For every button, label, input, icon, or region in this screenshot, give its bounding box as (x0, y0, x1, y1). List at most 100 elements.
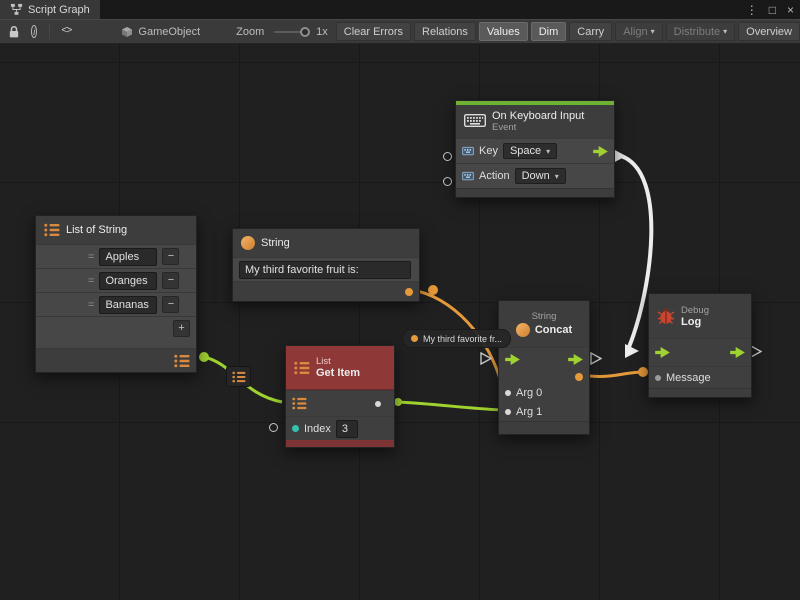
action-dropdown[interactable]: Down▾ (515, 168, 566, 184)
key-dropdown[interactable]: Space▾ (503, 143, 557, 159)
control-output-arrow-icon[interactable] (730, 347, 745, 358)
wire-keyboard-to-log-control[interactable] (621, 156, 651, 347)
window-controls: ⋮ □ × (746, 0, 794, 19)
list-icon (44, 223, 60, 237)
arg0-input-port[interactable] (505, 390, 511, 396)
key-value-port[interactable] (443, 152, 452, 161)
getitem-output-dot (394, 398, 402, 406)
string-wire-dot (428, 285, 438, 295)
overview-button[interactable]: Overview (738, 22, 800, 41)
selection-bar (286, 440, 394, 447)
wire-value-text: My third favorite fr... (423, 334, 502, 344)
control-input-arrow[interactable] (625, 344, 639, 358)
key-label: Key (479, 145, 498, 157)
chevron-down-icon: ▾ (555, 172, 559, 181)
keyboard-icon (464, 114, 486, 129)
node-get-item[interactable]: List Get Item Index (285, 345, 395, 448)
window-menu-button[interactable]: ⋮ (746, 4, 758, 16)
zoom-label: Zoom (236, 26, 264, 38)
node-on-keyboard-input[interactable]: On Keyboard Input Event Key Space▾ Actio… (455, 100, 615, 198)
control-output-arrow-icon[interactable] (593, 146, 608, 157)
node-concat[interactable]: String Concat Arg 0 Arg 1 (498, 300, 590, 435)
keycap-icon (462, 170, 474, 182)
node-footer (499, 421, 589, 434)
control-input-arrow-icon[interactable] (505, 354, 520, 365)
node-debug-log[interactable]: Debug Log Message (648, 293, 752, 398)
unity-visual-scripting-window: Script Graph ⋮ □ × i <> GameObject Zoom … (0, 0, 800, 600)
remove-item-button[interactable]: − (162, 272, 179, 289)
chevron-down-icon: ▾ (723, 27, 727, 36)
node-title: String (261, 237, 290, 249)
arg1-label: Arg 1 (516, 406, 542, 418)
drag-handle[interactable]: = (88, 275, 94, 287)
list-output-dot (199, 352, 209, 362)
remove-item-button[interactable]: − (162, 248, 179, 265)
control-output-arrow-icon[interactable] (568, 354, 583, 365)
node-title: Get Item (316, 367, 360, 379)
drag-handle[interactable]: = (88, 251, 94, 263)
graph-toolbar: i <> GameObject Zoom 1x Clear Errors Rel… (0, 19, 800, 44)
message-input-port[interactable] (655, 375, 661, 381)
control-input-arrow-icon[interactable] (655, 347, 670, 358)
list-output-port[interactable] (174, 354, 190, 368)
index-value-port[interactable] (269, 423, 278, 432)
list-input-port[interactable] (292, 397, 307, 410)
zoom-slider[interactable] (274, 31, 306, 33)
concat-control-in-port[interactable] (480, 352, 492, 365)
arg0-label: Arg 0 (516, 387, 542, 399)
graph-canvas[interactable]: On Keyboard Input Event Key Space▾ Actio… (0, 44, 800, 600)
node-footer (649, 388, 751, 397)
node-title: On Keyboard Input (492, 110, 584, 122)
list-item-input[interactable] (99, 272, 157, 290)
values-toggle[interactable]: Values (479, 22, 528, 41)
window-maximize-button[interactable]: □ (769, 4, 776, 16)
string-output-port[interactable] (405, 288, 413, 296)
node-list-of-string[interactable]: List of String = − = − = − + (35, 215, 197, 373)
distribute-dropdown[interactable]: Distribute▾ (666, 22, 735, 41)
node-subtitle: Event (492, 122, 584, 133)
item-output-port[interactable] (375, 401, 381, 407)
gameobject-label[interactable]: GameObject (138, 26, 200, 38)
remove-item-button[interactable]: − (162, 296, 179, 313)
chevron-down-icon: ▾ (651, 27, 655, 36)
zoom-slider-knob[interactable] (300, 27, 310, 37)
node-category: Debug (681, 305, 709, 316)
wire-getitem-to-concat-arg1[interactable] (397, 402, 502, 410)
node-title: Log (681, 316, 709, 328)
gameobject-icon (121, 26, 133, 38)
list-item-input[interactable] (99, 296, 157, 314)
lock-icon[interactable] (8, 25, 20, 39)
result-output-port[interactable] (575, 373, 583, 381)
zoom-value: 1x (316, 26, 328, 38)
index-input-port[interactable] (292, 425, 299, 432)
list-icon (294, 361, 310, 375)
clear-errors-button[interactable]: Clear Errors (336, 22, 411, 41)
list-icon (232, 371, 246, 383)
dim-toggle[interactable]: Dim (531, 22, 567, 41)
info-icon[interactable]: i (31, 25, 37, 38)
wire-concat-to-log-message[interactable] (590, 372, 641, 376)
message-label: Message (666, 372, 711, 384)
wire-value-tooltip: My third favorite fr... (402, 329, 511, 348)
node-footer (456, 188, 614, 197)
arg1-input-port[interactable] (505, 409, 511, 415)
script-graph-icon (10, 3, 23, 16)
add-item-button[interactable]: + (173, 320, 190, 337)
action-value-port[interactable] (443, 177, 452, 186)
window-close-button[interactable]: × (787, 4, 794, 16)
relations-toggle[interactable]: Relations (414, 22, 476, 41)
tab-script-graph[interactable]: Script Graph (0, 0, 100, 19)
list-item-input[interactable] (99, 248, 157, 266)
tab-title: Script Graph (28, 4, 90, 16)
keycap-icon (462, 145, 474, 157)
string-value-input[interactable] (239, 261, 411, 279)
concat-control-out-port[interactable] (590, 352, 602, 365)
node-category: List (316, 356, 360, 367)
index-input[interactable] (336, 420, 358, 438)
node-string-literal[interactable]: String (232, 228, 420, 302)
carry-toggle[interactable]: Carry (569, 22, 612, 41)
align-dropdown[interactable]: Align▾ (615, 22, 662, 41)
drag-handle[interactable]: = (88, 299, 94, 311)
action-label: Action (479, 170, 510, 182)
code-view-icon[interactable]: <> (61, 26, 71, 37)
